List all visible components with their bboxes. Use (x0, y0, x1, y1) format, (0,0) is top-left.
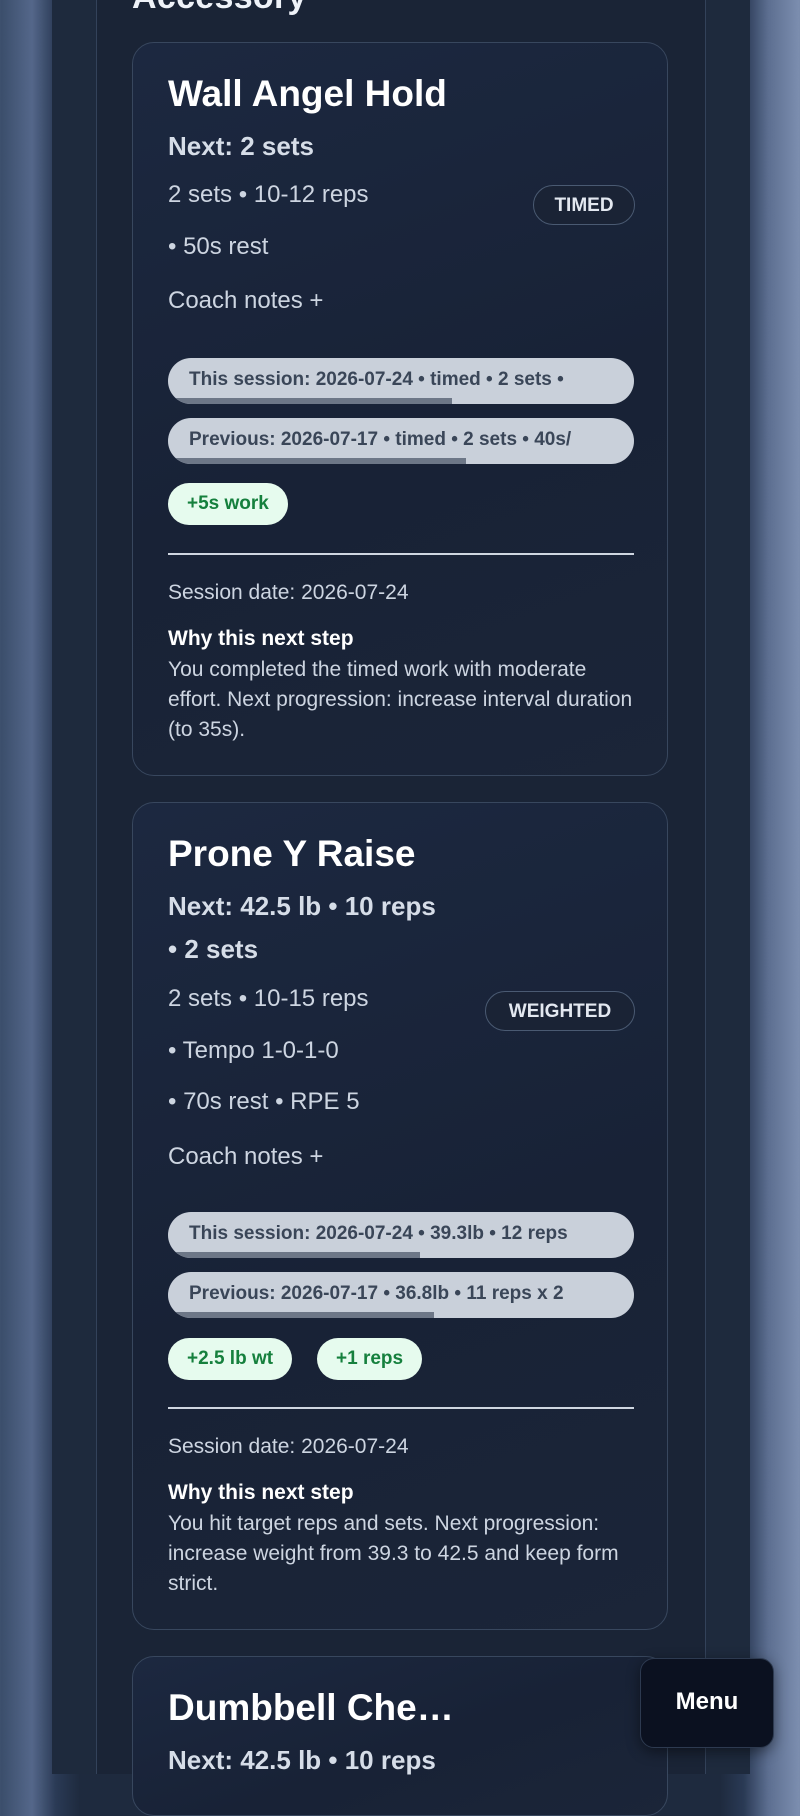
history-progress-bar (168, 1252, 420, 1258)
prescription-sets-reps: 2 sets • 10-15 reps (168, 985, 369, 1012)
history-progress-bar (168, 398, 453, 404)
prescription-rest-rpe: • 70s rest • RPE 5 (168, 1088, 360, 1115)
prescription-rest: • 50s rest (168, 233, 269, 260)
next-target: Next: 42.5 lb • 10 reps (168, 891, 436, 921)
why-title: Why this next step (168, 1481, 354, 1504)
progress-chip: +5s work (168, 483, 288, 525)
coach-notes-toggle[interactable]: Coach notes + (168, 1143, 323, 1171)
session-date: Session date: 2026-07-24 (168, 1435, 409, 1458)
history-progress-bar (168, 1312, 434, 1318)
history-previous[interactable]: Previous: 2026-07-17 • timed • 2 sets • … (168, 418, 634, 464)
why-explanation: You hit target reps and sets. Next progr… (168, 1512, 619, 1595)
divider (168, 1407, 634, 1409)
prescription-sets-reps: 2 sets • 10-12 reps (168, 181, 369, 208)
exercise-title: Dumbbell Che… (168, 1687, 454, 1728)
history-progress-bar (168, 458, 467, 464)
next-target: Next: 42.5 lb • 10 reps (168, 1745, 436, 1775)
history-text: Previous: 2026-07-17 • 36.8lb • 11 reps … (189, 1283, 564, 1304)
next-target: Next: 2 sets (168, 131, 314, 161)
why-title: Why this next step (168, 627, 354, 650)
history-this-session[interactable]: This session: 2026-07-24 • timed • 2 set… (168, 358, 634, 404)
next-target-sets: • 2 sets (168, 934, 259, 964)
exercise-title: Wall Angel Hold (168, 73, 447, 114)
divider (168, 553, 634, 555)
exercise-card-prone-y-raise: Prone Y Raise Next: 42.5 lb • 10 reps • … (132, 802, 668, 1630)
progress-chip-weight: +2.5 lb wt (168, 1338, 293, 1380)
section-title: Accessory (132, 0, 307, 17)
exercise-card-dumbbell-chest: Dumbbell Che… Next: 42.5 lb • 10 reps (132, 1656, 668, 1816)
exercise-card-wall-angel-hold: Wall Angel Hold Next: 2 sets 2 sets • 10… (132, 42, 668, 776)
history-this-session[interactable]: This session: 2026-07-24 • 39.3lb • 12 r… (168, 1212, 634, 1258)
type-badge: TIMED (533, 185, 635, 225)
progress-chip-reps: +1 reps (317, 1338, 423, 1380)
history-text: This session: 2026-07-24 • timed • 2 set… (189, 369, 564, 390)
exercise-title: Prone Y Raise (168, 833, 416, 874)
prescription-tempo: • Tempo 1-0-1-0 (168, 1037, 339, 1064)
menu-button[interactable]: Menu (640, 1658, 774, 1748)
history-text: This session: 2026-07-24 • 39.3lb • 12 r… (189, 1223, 568, 1244)
session-date: Session date: 2026-07-24 (168, 581, 409, 604)
coach-notes-toggle[interactable]: Coach notes + (168, 287, 323, 315)
history-text: Previous: 2026-07-17 • timed • 2 sets • … (189, 429, 572, 450)
why-explanation: You completed the timed work with modera… (168, 658, 633, 741)
history-previous[interactable]: Previous: 2026-07-17 • 36.8lb • 11 reps … (168, 1272, 634, 1318)
type-badge: WEIGHTED (485, 991, 635, 1031)
